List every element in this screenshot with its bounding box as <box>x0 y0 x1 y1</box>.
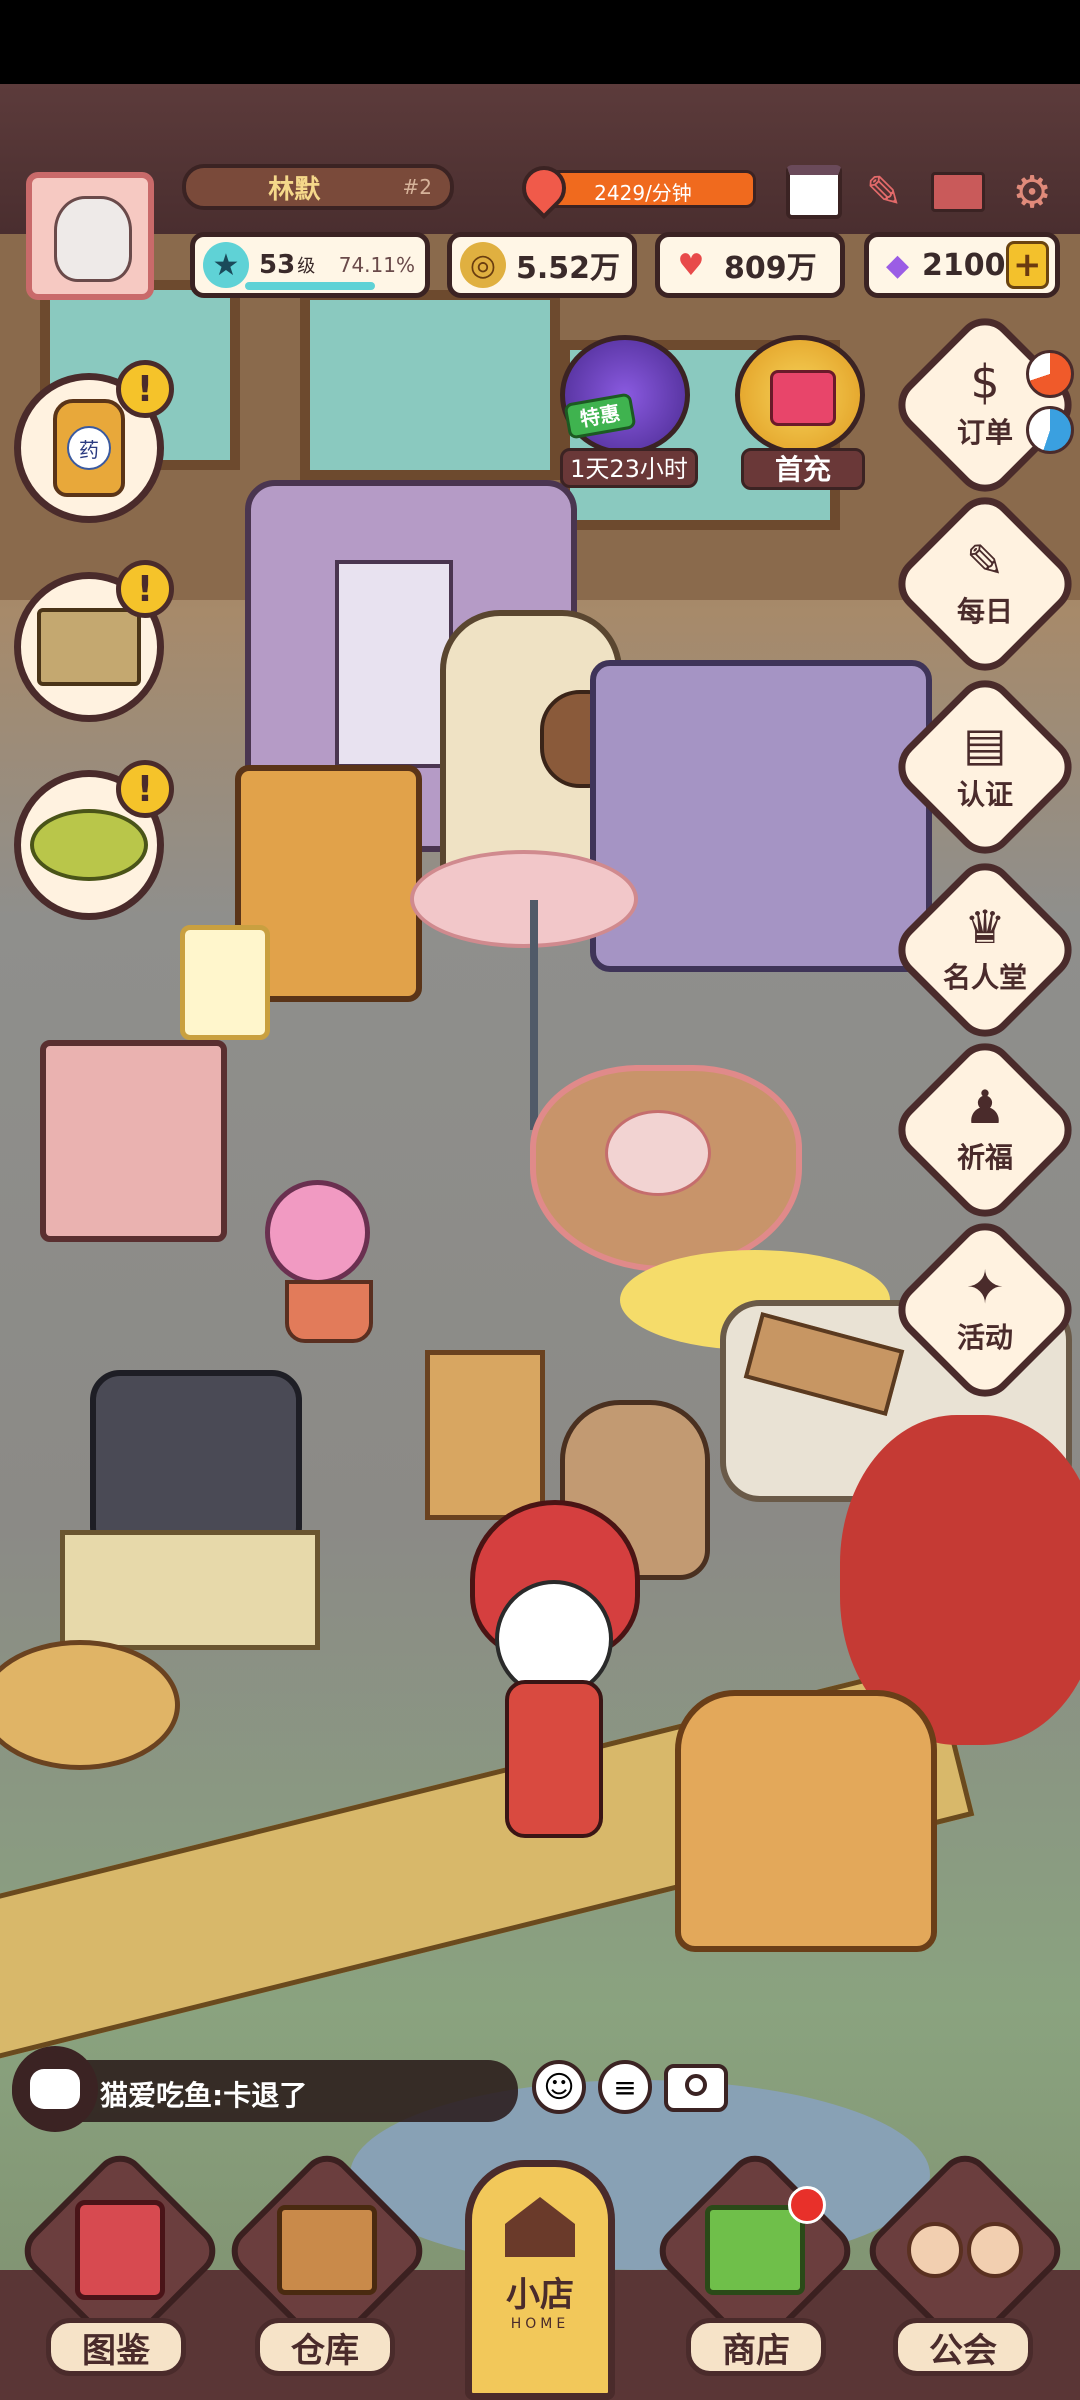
hearts-value: 809万 <box>724 251 817 286</box>
event-icon: ✦ <box>965 1260 1005 1314</box>
quest-medicine-alert: ! <box>116 360 174 418</box>
player-avatar-body[interactable] <box>505 1680 603 1838</box>
collection-book-icon[interactable] <box>45 2180 195 2320</box>
prayer-icon: ♟ <box>964 1080 1006 1134</box>
order-timer-red-icon <box>1026 350 1074 398</box>
coins-value: 5.52万 <box>516 251 621 286</box>
flower-plant[interactable] <box>265 1180 370 1285</box>
tv-stand <box>60 1530 320 1650</box>
coin-icon: ◎ <box>460 242 506 288</box>
special-offer-timer: 1天23小时 <box>560 448 698 488</box>
exp-progress-bar <box>245 282 375 290</box>
wardrobe-window <box>335 560 453 768</box>
add-gems-button[interactable]: + <box>1005 241 1049 289</box>
gem-icon: ◆ <box>885 247 910 283</box>
certify-label: 认证 <box>956 778 1013 811</box>
broom-icon[interactable]: ✎ <box>856 164 912 220</box>
shrine-icon <box>37 608 141 686</box>
certify-button[interactable]: ▤ 认证 <box>915 697 1055 837</box>
flower-pot <box>285 1280 373 1343</box>
event-label: 活动 <box>956 1321 1013 1354</box>
order-label: 订单 <box>956 416 1013 449</box>
quick-chat-icon[interactable]: ≡ <box>598 2060 652 2114</box>
round-table[interactable] <box>0 1640 180 1770</box>
gems-value: 2100 <box>922 247 1006 283</box>
hall-of-fame-button[interactable]: ♛ 名人堂 <box>915 880 1055 1020</box>
calendar-icon[interactable] <box>786 164 842 220</box>
mail-icon[interactable] <box>930 164 986 220</box>
gems-panel[interactable]: ◆ 2100 + <box>864 232 1060 298</box>
retro-tv[interactable] <box>90 1370 302 1557</box>
pink-counter[interactable] <box>40 1040 227 1242</box>
nav-home-sub: HOME <box>510 2316 570 2332</box>
coins-panel[interactable]: ◎ 5.52万 <box>447 232 637 298</box>
purple-desk[interactable] <box>590 660 932 972</box>
nav-warehouse[interactable]: 仓库 <box>255 2318 395 2376</box>
first-charge-label[interactable]: 首充 <box>741 448 865 490</box>
daily-label: 每日 <box>956 595 1013 628</box>
quest-island-alert: ! <box>116 760 174 818</box>
pink-rug <box>410 850 638 948</box>
level-unit: 级 <box>297 256 316 277</box>
nav-home-label: 小店 <box>506 2275 574 2315</box>
status-bar <box>0 0 1080 84</box>
warehouse-box-icon[interactable] <box>252 2180 402 2320</box>
medicine-bottle-icon: 药 <box>53 399 125 497</box>
hearts-panel[interactable]: ♥ 809万 <box>655 232 845 298</box>
daily-task-icon: ✎ <box>965 534 1005 588</box>
hall-of-fame-label: 名人堂 <box>942 961 1027 994</box>
chat-icon[interactable] <box>12 2046 98 2132</box>
player-portrait[interactable] <box>26 172 154 300</box>
trophy-icon: ♛ <box>964 900 1006 954</box>
camera-icon[interactable] <box>664 2064 728 2112</box>
nav-store[interactable]: 商店 <box>686 2318 826 2376</box>
heart-icon: ♥ <box>677 247 705 283</box>
wicker-chair[interactable] <box>675 1690 937 1952</box>
order-book-icon: $ <box>970 355 1000 409</box>
nav-guild[interactable]: 公会 <box>893 2318 1033 2376</box>
event-button[interactable]: ✦ 活动 <box>915 1240 1055 1380</box>
nav-home[interactable]: 小店 HOME <box>465 2160 615 2400</box>
id-card-icon: ▤ <box>963 717 1007 771</box>
player-level: 53 <box>259 250 296 280</box>
store-notification-dot <box>788 2186 826 2224</box>
beanbag-pillow <box>605 1110 711 1196</box>
portrait-face-icon <box>54 196 132 282</box>
island-icon <box>30 809 148 881</box>
settings-gear-icon[interactable]: ⚙ <box>1004 164 1060 220</box>
window-middle <box>300 290 560 480</box>
server-tag: #2 <box>402 175 432 199</box>
menu-sign[interactable] <box>180 925 270 1040</box>
player-name: 林默 <box>268 174 321 205</box>
level-star-icon: ★ <box>203 242 249 288</box>
guild-couple-icon[interactable] <box>890 2180 1040 2320</box>
emoji-icon[interactable]: ☺ <box>532 2060 586 2114</box>
floor-lamp[interactable] <box>530 900 538 1130</box>
exp-percent: 74.11% <box>338 253 415 277</box>
player-name-plate[interactable]: 林默 #2 <box>182 164 454 210</box>
pray-label: 祈福 <box>956 1141 1013 1174</box>
chat-message: 猫爱吃鱼:卡退了 <box>100 2079 308 2112</box>
nav-collection[interactable]: 图鉴 <box>46 2318 186 2376</box>
shop-house-icon <box>505 2197 575 2257</box>
quest-shrine-alert: ! <box>116 560 174 618</box>
first-charge-icon[interactable] <box>735 335 865 455</box>
medicine-label: 药 <box>67 426 111 470</box>
pray-button[interactable]: ♟ 祈福 <box>915 1060 1055 1200</box>
order-timer-blue-icon <box>1026 406 1074 454</box>
small-shelf[interactable] <box>425 1350 545 1520</box>
daily-button[interactable]: ✎ 每日 <box>915 514 1055 654</box>
